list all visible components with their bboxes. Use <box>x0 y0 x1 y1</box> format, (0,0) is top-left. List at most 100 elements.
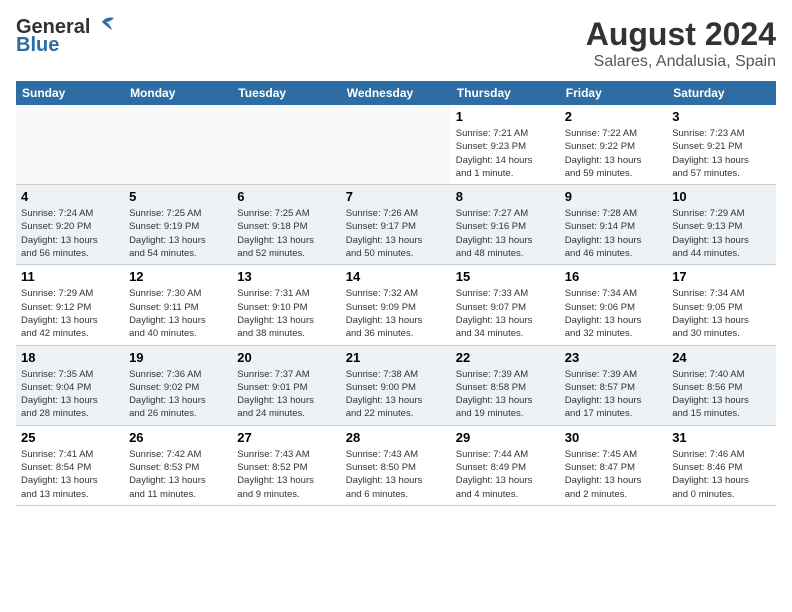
calendar-cell: 25 Sunrise: 7:41 AM Sunset: 8:54 PM Dayli… <box>16 425 124 505</box>
day-info: Sunrise: 7:46 AM Sunset: 8:46 PM Dayligh… <box>672 448 771 501</box>
calendar-table: SundayMondayTuesdayWednesdayThursdayFrid… <box>16 81 776 506</box>
day-info: Sunrise: 7:35 AM Sunset: 9:04 PM Dayligh… <box>21 368 119 421</box>
day-info: Sunrise: 7:38 AM Sunset: 9:00 PM Dayligh… <box>346 368 446 421</box>
day-info: Sunrise: 7:34 AM Sunset: 9:06 PM Dayligh… <box>565 287 662 340</box>
day-info: Sunrise: 7:29 AM Sunset: 9:12 PM Dayligh… <box>21 287 119 340</box>
day-number: 24 <box>672 350 771 365</box>
title-block: August 2024 Salares, Andalusia, Spain <box>586 16 776 71</box>
calendar-cell: 20Sunrise: 7:37 AM Sunset: 9:01 PM Dayli… <box>232 345 340 425</box>
calendar-week-row: 11 Sunrise: 7:29 AM Sunset: 9:12 PM Dayli… <box>16 265 776 345</box>
day-number: 10 <box>672 189 771 204</box>
day-number: 26 <box>129 430 227 445</box>
day-number: 22 <box>456 350 555 365</box>
weekday-header: Saturday <box>667 81 776 105</box>
day-info: Sunrise: 7:41 AM Sunset: 8:54 PM Dayligh… <box>21 448 119 501</box>
calendar-cell <box>124 105 232 185</box>
day-number: 19 <box>129 350 227 365</box>
day-number: 6 <box>237 189 335 204</box>
calendar-cell: 24 Sunrise: 7:40 AM Sunset: 8:56 PM Dayli… <box>667 345 776 425</box>
weekday-header: Thursday <box>451 81 560 105</box>
day-number: 21 <box>346 350 446 365</box>
day-number: 14 <box>346 269 446 284</box>
calendar-cell: 1 Sunrise: 7:21 AM Sunset: 9:23 PM Daylig… <box>451 105 560 185</box>
day-number: 17 <box>672 269 771 284</box>
calendar-cell: 6Sunrise: 7:25 AM Sunset: 9:18 PM Daylig… <box>232 185 340 265</box>
day-info: Sunrise: 7:42 AM Sunset: 8:53 PM Dayligh… <box>129 448 227 501</box>
day-info: Sunrise: 7:45 AM Sunset: 8:47 PM Dayligh… <box>565 448 662 501</box>
calendar-cell: 2 Sunrise: 7:22 AM Sunset: 9:22 PM Daylig… <box>560 105 667 185</box>
day-info: Sunrise: 7:32 AM Sunset: 9:09 PM Dayligh… <box>346 287 446 340</box>
day-info: Sunrise: 7:28 AM Sunset: 9:14 PM Dayligh… <box>565 207 662 260</box>
day-info: Sunrise: 7:21 AM Sunset: 9:23 PM Dayligh… <box>456 127 555 180</box>
day-number: 29 <box>456 430 555 445</box>
calendar-week-row: 18 Sunrise: 7:35 AM Sunset: 9:04 PM Dayli… <box>16 345 776 425</box>
day-number: 16 <box>565 269 662 284</box>
day-number: 3 <box>672 109 771 124</box>
calendar-cell <box>16 105 124 185</box>
day-number: 4 <box>21 189 119 204</box>
weekday-header: Tuesday <box>232 81 340 105</box>
calendar-cell: 5 Sunrise: 7:25 AM Sunset: 9:19 PM Daylig… <box>124 185 232 265</box>
calendar-cell <box>232 105 340 185</box>
day-number: 20 <box>237 350 335 365</box>
day-info: Sunrise: 7:40 AM Sunset: 8:56 PM Dayligh… <box>672 368 771 421</box>
day-info: Sunrise: 7:22 AM Sunset: 9:22 PM Dayligh… <box>565 127 662 180</box>
day-info: Sunrise: 7:25 AM Sunset: 9:19 PM Dayligh… <box>129 207 227 260</box>
calendar-cell: 21 Sunrise: 7:38 AM Sunset: 9:00 PM Dayli… <box>341 345 451 425</box>
day-number: 7 <box>346 189 446 204</box>
calendar-cell: 9Sunrise: 7:28 AM Sunset: 9:14 PM Daylig… <box>560 185 667 265</box>
page-header: General Blue August 2024 Salares, Andalu… <box>16 16 776 71</box>
day-number: 27 <box>237 430 335 445</box>
day-number: 11 <box>21 269 119 284</box>
day-info: Sunrise: 7:31 AM Sunset: 9:10 PM Dayligh… <box>237 287 335 340</box>
day-info: Sunrise: 7:26 AM Sunset: 9:17 PM Dayligh… <box>346 207 446 260</box>
calendar-cell: 28 Sunrise: 7:43 AM Sunset: 8:50 PM Dayli… <box>341 425 451 505</box>
day-number: 25 <box>21 430 119 445</box>
calendar-cell: 29 Sunrise: 7:44 AM Sunset: 8:49 PM Dayli… <box>451 425 560 505</box>
logo-blue-text: Blue <box>16 34 114 56</box>
weekday-header: Monday <box>124 81 232 105</box>
day-number: 5 <box>129 189 227 204</box>
day-number: 1 <box>456 109 555 124</box>
day-number: 8 <box>456 189 555 204</box>
calendar-cell <box>341 105 451 185</box>
calendar-cell: 19Sunrise: 7:36 AM Sunset: 9:02 PM Dayli… <box>124 345 232 425</box>
logo-bird-icon <box>92 16 114 34</box>
day-info: Sunrise: 7:23 AM Sunset: 9:21 PM Dayligh… <box>672 127 771 180</box>
calendar-cell: 30 Sunrise: 7:45 AM Sunset: 8:47 PM Dayli… <box>560 425 667 505</box>
day-info: Sunrise: 7:30 AM Sunset: 9:11 PM Dayligh… <box>129 287 227 340</box>
day-info: Sunrise: 7:43 AM Sunset: 8:50 PM Dayligh… <box>346 448 446 501</box>
day-number: 28 <box>346 430 446 445</box>
day-number: 31 <box>672 430 771 445</box>
calendar-cell: 7 Sunrise: 7:26 AM Sunset: 9:17 PM Daylig… <box>341 185 451 265</box>
calendar-subtitle: Salares, Andalusia, Spain <box>586 53 776 71</box>
day-info: Sunrise: 7:39 AM Sunset: 8:58 PM Dayligh… <box>456 368 555 421</box>
calendar-cell: 31 Sunrise: 7:46 AM Sunset: 8:46 PM Dayli… <box>667 425 776 505</box>
calendar-cell: 10Sunrise: 7:29 AM Sunset: 9:13 PM Dayli… <box>667 185 776 265</box>
calendar-cell: 16 Sunrise: 7:34 AM Sunset: 9:06 PM Dayli… <box>560 265 667 345</box>
calendar-week-row: 4 Sunrise: 7:24 AM Sunset: 9:20 PM Daylig… <box>16 185 776 265</box>
day-number: 30 <box>565 430 662 445</box>
calendar-cell: 12 Sunrise: 7:30 AM Sunset: 9:11 PM Dayli… <box>124 265 232 345</box>
day-number: 12 <box>129 269 227 284</box>
day-number: 18 <box>21 350 119 365</box>
calendar-cell: 18 Sunrise: 7:35 AM Sunset: 9:04 PM Dayli… <box>16 345 124 425</box>
calendar-cell: 11 Sunrise: 7:29 AM Sunset: 9:12 PM Dayli… <box>16 265 124 345</box>
weekday-header: Sunday <box>16 81 124 105</box>
day-info: Sunrise: 7:39 AM Sunset: 8:57 PM Dayligh… <box>565 368 662 421</box>
day-number: 2 <box>565 109 662 124</box>
day-info: Sunrise: 7:24 AM Sunset: 9:20 PM Dayligh… <box>21 207 119 260</box>
calendar-cell: 23 Sunrise: 7:39 AM Sunset: 8:57 PM Dayli… <box>560 345 667 425</box>
calendar-week-row: 25 Sunrise: 7:41 AM Sunset: 8:54 PM Dayli… <box>16 425 776 505</box>
calendar-cell: 4 Sunrise: 7:24 AM Sunset: 9:20 PM Daylig… <box>16 185 124 265</box>
day-info: Sunrise: 7:33 AM Sunset: 9:07 PM Dayligh… <box>456 287 555 340</box>
calendar-cell: 27Sunrise: 7:43 AM Sunset: 8:52 PM Dayli… <box>232 425 340 505</box>
calendar-cell: 13Sunrise: 7:31 AM Sunset: 9:10 PM Dayli… <box>232 265 340 345</box>
day-info: Sunrise: 7:34 AM Sunset: 9:05 PM Dayligh… <box>672 287 771 340</box>
day-info: Sunrise: 7:27 AM Sunset: 9:16 PM Dayligh… <box>456 207 555 260</box>
calendar-cell: 17 Sunrise: 7:34 AM Sunset: 9:05 PM Dayli… <box>667 265 776 345</box>
day-info: Sunrise: 7:44 AM Sunset: 8:49 PM Dayligh… <box>456 448 555 501</box>
day-number: 23 <box>565 350 662 365</box>
calendar-cell: 3 Sunrise: 7:23 AM Sunset: 9:21 PM Daylig… <box>667 105 776 185</box>
weekday-header: Friday <box>560 81 667 105</box>
